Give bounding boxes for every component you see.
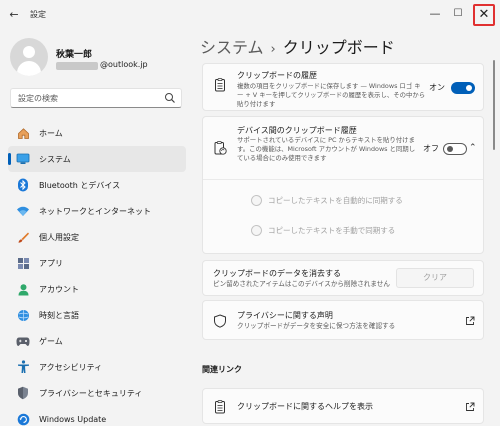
time-language-icon bbox=[16, 308, 30, 322]
email-redacted bbox=[56, 62, 98, 70]
sidebar-item-label: 時刻と言語 bbox=[39, 310, 79, 320]
clipboard-history-card: クリップボードの履歴 複数の項目をクリップボードに保存します — Windows… bbox=[202, 63, 484, 111]
apps-icon bbox=[16, 256, 30, 270]
clear-data-title: クリップボードのデータを消去する bbox=[213, 269, 341, 278]
privacy-statement-card[interactable]: プライバシーに関する声明 クリップボードがデータを安全に保つ方法を確認する bbox=[202, 300, 484, 340]
windows-update-icon bbox=[16, 412, 30, 426]
breadcrumb-separator: › bbox=[270, 42, 276, 57]
breadcrumb-parent[interactable]: システム bbox=[200, 38, 264, 57]
sidebar-item-label: ネットワークとインターネット bbox=[39, 206, 151, 216]
system-icon bbox=[16, 152, 30, 166]
collapse-chevron-icon[interactable]: ⌃ bbox=[469, 143, 477, 153]
radio-auto-label: コピーしたテキストを自動的に同期する bbox=[268, 195, 403, 205]
active-indicator bbox=[8, 153, 11, 165]
close-button[interactable]: ✕ bbox=[473, 4, 495, 26]
clipboard-history-title: クリップボードの履歴 bbox=[237, 71, 317, 80]
search-placeholder: 設定の検索 bbox=[18, 94, 58, 103]
cross-device-state: オフ bbox=[423, 144, 439, 153]
user-email: @outlook.jp bbox=[100, 60, 148, 69]
network-icon bbox=[16, 204, 30, 218]
sync-manual-option[interactable]: コピーしたテキストを手動で同期する bbox=[251, 223, 395, 237]
sidebar-item-network[interactable]: ネットワークとインターネット bbox=[8, 198, 186, 224]
divider bbox=[203, 179, 483, 180]
clear-data-card: クリップボードのデータを消去する ピン留めされたアイテムはこのデバイスから削除さ… bbox=[202, 260, 484, 296]
help-link-label: クリップボードに関するヘルプを表示 bbox=[237, 402, 373, 411]
nav-list: ホーム システム Bluetooth とデバイス ネットワークとインターネット bbox=[8, 120, 186, 426]
clipboard-list-icon bbox=[215, 78, 225, 92]
sidebar-item-bluetooth[interactable]: Bluetooth とデバイス bbox=[8, 172, 186, 198]
search-icon bbox=[165, 93, 175, 103]
home-icon bbox=[16, 126, 30, 140]
cross-device-title: デバイス間のクリップボード履歴 bbox=[237, 126, 357, 135]
sidebar-item-home[interactable]: ホーム bbox=[8, 120, 186, 146]
sidebar-item-apps[interactable]: アプリ bbox=[8, 250, 186, 276]
sidebar-item-label: 個人用設定 bbox=[39, 232, 79, 242]
clipboard-history-state: オン bbox=[429, 83, 445, 92]
page-title: クリップボード bbox=[282, 38, 395, 57]
search-input[interactable]: 設定の検索 bbox=[10, 88, 182, 108]
clear-button[interactable]: クリア bbox=[396, 268, 474, 288]
radio-manual-label: コピーしたテキストを手動で同期する bbox=[268, 225, 396, 235]
clipboard-history-desc: 複数の項目をクリップボードに保存します — Windows ロゴ キー + V … bbox=[237, 82, 426, 108]
scrollbar[interactable] bbox=[493, 60, 495, 150]
help-link-card[interactable]: クリップボードに関するヘルプを表示 bbox=[202, 388, 484, 424]
sidebar-item-accounts[interactable]: アカウント bbox=[8, 276, 186, 302]
bluetooth-icon bbox=[16, 178, 30, 192]
cross-device-card: デバイス間のクリップボード履歴 サポートされているデバイスに PC からテキスト… bbox=[202, 116, 484, 254]
sidebar-item-label: アクセシビリティ bbox=[39, 362, 103, 372]
radio-auto[interactable] bbox=[251, 194, 262, 206]
personalization-icon bbox=[16, 230, 30, 244]
accessibility-icon bbox=[16, 360, 30, 374]
clipboard-list-icon bbox=[215, 400, 225, 414]
sidebar-item-label: アカウント bbox=[39, 284, 79, 294]
privacy-statement-desc: クリップボードがデータを安全に保つ方法を確認する bbox=[237, 322, 396, 330]
sidebar-item-label: アプリ bbox=[39, 258, 63, 268]
cross-device-desc: サポートされているデバイスに PC からテキストを貼り付けます。この機能は、Mi… bbox=[237, 136, 416, 162]
sidebar-item-windows-update[interactable]: Windows Update bbox=[8, 406, 186, 426]
sidebar-item-label: Windows Update bbox=[39, 414, 107, 424]
title-bar: ← 設定 — ☐ ✕ bbox=[0, 0, 500, 30]
open-external-icon bbox=[466, 402, 475, 411]
avatar bbox=[10, 38, 48, 76]
breadcrumb: システム › クリップボード bbox=[200, 34, 395, 58]
gaming-icon bbox=[16, 334, 30, 348]
sync-auto-option[interactable]: コピーしたテキストを自動的に同期する bbox=[251, 193, 403, 207]
open-external-icon bbox=[466, 316, 475, 325]
privacy-statement-title: プライバシーに関する声明 bbox=[237, 311, 333, 320]
sidebar-item-label: Bluetooth とデバイス bbox=[39, 180, 121, 190]
account-icon bbox=[16, 282, 30, 296]
sidebar-item-label: ホーム bbox=[39, 128, 63, 138]
sidebar-item-label: システム bbox=[39, 154, 71, 164]
user-profile[interactable]: 秋葉一郎 @outlook.jp bbox=[10, 36, 190, 82]
radio-manual[interactable] bbox=[251, 224, 262, 236]
clipboard-history-toggle[interactable] bbox=[451, 82, 475, 94]
related-links-heading: 関連リンク bbox=[202, 365, 242, 374]
app-title: 設定 bbox=[30, 10, 46, 19]
sidebar-item-privacy-security[interactable]: プライバシーとセキュリティ bbox=[8, 380, 186, 406]
clipboard-sync-icon bbox=[214, 141, 227, 155]
back-button[interactable]: ← bbox=[6, 8, 22, 22]
clear-data-desc: ピン留めされたアイテムはこのデバイスから削除されません bbox=[213, 280, 390, 288]
sidebar: 秋葉一郎 @outlook.jp 設定の検索 ホーム システム Bluetoot… bbox=[0, 30, 190, 426]
cross-device-toggle[interactable] bbox=[443, 143, 467, 155]
sidebar-item-system[interactable]: システム bbox=[8, 146, 186, 172]
sidebar-item-gaming[interactable]: ゲーム bbox=[8, 328, 186, 354]
shield-icon bbox=[214, 314, 226, 328]
maximize-button[interactable]: ☐ bbox=[448, 4, 468, 24]
sidebar-item-label: プライバシーとセキュリティ bbox=[39, 388, 143, 398]
sidebar-item-time-language[interactable]: 時刻と言語 bbox=[8, 302, 186, 328]
main-content: システム › クリップボード クリップボードの履歴 複数の項目をクリップボードに保存… bbox=[190, 30, 500, 426]
sidebar-item-accessibility[interactable]: アクセシビリティ bbox=[8, 354, 186, 380]
privacy-security-icon bbox=[16, 386, 30, 400]
sidebar-item-personalization[interactable]: 個人用設定 bbox=[8, 224, 186, 250]
sidebar-item-label: ゲーム bbox=[39, 336, 63, 346]
minimize-button[interactable]: — bbox=[425, 4, 445, 24]
user-name: 秋葉一郎 bbox=[56, 50, 93, 60]
